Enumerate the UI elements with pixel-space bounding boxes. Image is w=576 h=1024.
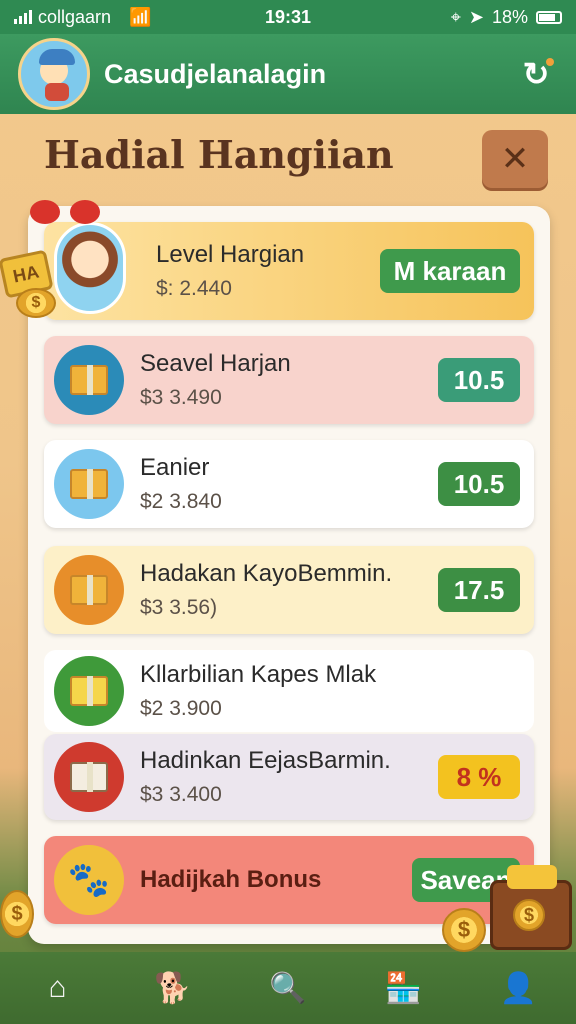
search-icon: 🔍 xyxy=(269,971,307,1005)
dog-icon: 🐕 xyxy=(154,971,192,1005)
treasure-chest-icon: $ xyxy=(490,865,572,950)
gift-icon xyxy=(54,656,124,726)
reward-price: $2 3.900 xyxy=(140,697,222,720)
signal-icon xyxy=(14,10,32,24)
close-icon: ✕ xyxy=(500,140,530,178)
ribbon-bow-icon xyxy=(30,196,100,230)
app-logo xyxy=(18,38,90,110)
battery-icon xyxy=(536,10,562,24)
reward-buy-button[interactable]: 17.5 xyxy=(438,568,520,612)
reward-name: Kllarbilian Kapes Mlak xyxy=(140,661,377,688)
box-icon xyxy=(54,555,124,625)
reward-buy-button[interactable]: 10.5 xyxy=(438,462,520,506)
coin-icon: $ xyxy=(442,908,486,952)
nav-pets[interactable]: 🐕 xyxy=(143,958,203,1018)
crate-icon xyxy=(54,742,124,812)
reward-card[interactable]: Seavel Harjan $3 3.490 10.5 xyxy=(44,336,534,424)
store-icon: 🏪 xyxy=(384,971,422,1005)
reward-buy-button[interactable]: 10.5 xyxy=(438,358,520,402)
featured-claim-button[interactable]: M karaan xyxy=(380,249,520,293)
profile-icon: 👤 xyxy=(499,971,538,1005)
refresh-button[interactable]: ↻ xyxy=(514,52,558,96)
reward-card[interactable]: Kllarbilian Kapes Mlak $2 3.900 xyxy=(44,650,534,732)
panel-title: Hadial Hangiian xyxy=(44,132,394,177)
bottom-nav: ⌂ 🐕 🔍 🏪 👤 xyxy=(0,952,576,1024)
app-title: Casudjelanalagin xyxy=(104,58,327,89)
nav-search[interactable]: 🔍 xyxy=(258,958,318,1018)
wifi-icon: 📶 xyxy=(129,6,152,27)
nav-home[interactable]: ⌂ xyxy=(28,958,88,1018)
location-icon: ⌖ xyxy=(450,6,461,27)
reward-buy-button[interactable]: 8 % xyxy=(438,755,520,799)
nav-store[interactable]: 🏪 xyxy=(373,958,433,1018)
reward-card[interactable]: Eanier $2 3.840 10.5 xyxy=(44,440,534,528)
girl-avatar-icon xyxy=(54,222,126,314)
pet-icon: 🐾 xyxy=(54,845,124,915)
carrier-label: collgaarn xyxy=(38,6,112,27)
box-icon xyxy=(54,345,124,415)
status-time: 19:31 xyxy=(264,6,312,27)
notification-dot xyxy=(546,58,554,66)
box-coin-icon xyxy=(54,449,124,519)
reward-card[interactable]: Hadakan KayoBemmin. $3 3.56) 17.5 xyxy=(44,546,534,634)
coin-icon: $ xyxy=(0,890,34,938)
coin-icon: $ xyxy=(16,288,56,318)
status-bar: collgaarn 📶 19:31 ⌖ ➤ 18% xyxy=(0,0,576,34)
battery-percent: 18% xyxy=(491,6,528,27)
home-icon: ⌂ xyxy=(48,971,67,1004)
nav-profile[interactable]: 👤 xyxy=(488,958,548,1018)
close-button[interactable]: ✕ xyxy=(482,130,548,188)
app-header: Casudjelanalagin ↻ xyxy=(0,34,576,114)
navigation-icon: ➤ xyxy=(468,6,484,27)
reward-card[interactable]: Hadinkan EejasBarmin. $3 3.400 8 % xyxy=(44,734,534,820)
